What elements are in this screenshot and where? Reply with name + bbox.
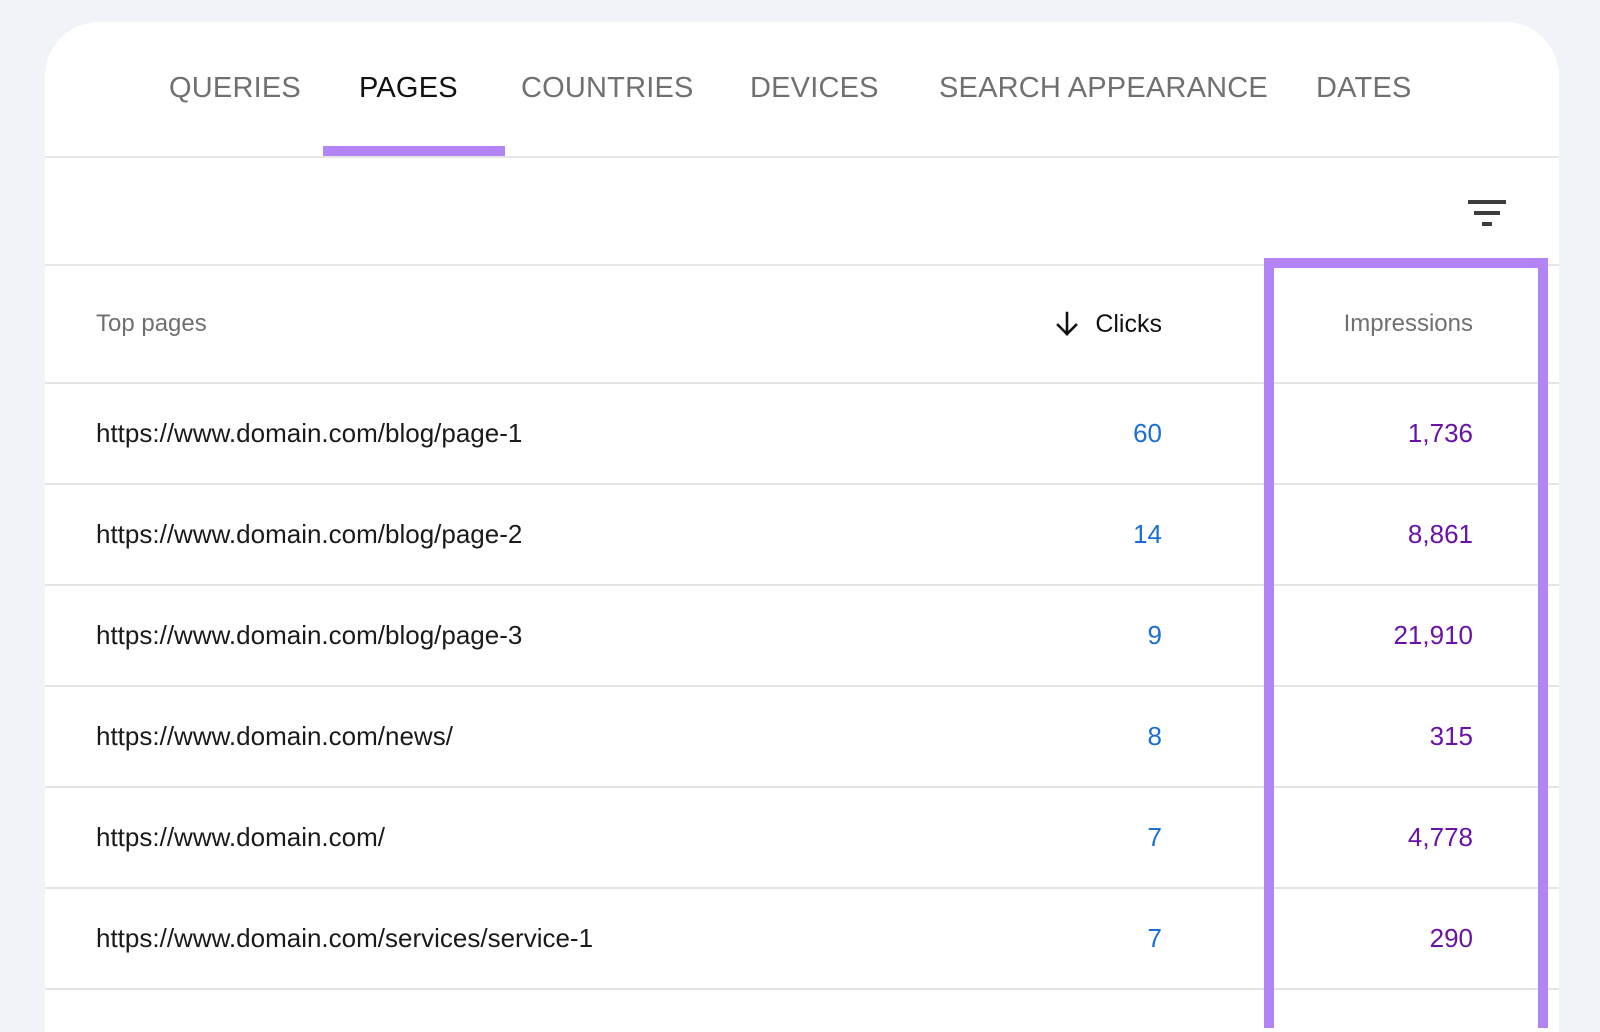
impressions-value: 4,778 bbox=[1407, 822, 1473, 852]
column-header-clicks-label: Clicks bbox=[1095, 309, 1162, 338]
page-url: https://www.domain.com/news/ bbox=[96, 721, 453, 751]
active-tab-indicator bbox=[323, 146, 505, 156]
tab-pages[interactable]: PAGES bbox=[359, 70, 458, 106]
impressions-value: 21,910 bbox=[1393, 620, 1473, 650]
table-row[interactable]: https://www.domain.com/blog/page-1 60 1,… bbox=[45, 384, 1559, 485]
impressions-value: 8,861 bbox=[1407, 519, 1473, 549]
impressions-value: 290 bbox=[1429, 923, 1473, 953]
tab-dates[interactable]: DATES bbox=[1316, 70, 1412, 106]
tab-bar: QUERIES PAGES COUNTRIES DEVICES SEARCH A… bbox=[45, 22, 1559, 158]
page-url: https://www.domain.com/services/service-… bbox=[96, 923, 594, 953]
clicks-value: 14 bbox=[1133, 519, 1162, 549]
clicks-value: 7 bbox=[1147, 822, 1162, 852]
tab-search-appearance[interactable]: SEARCH APPEARANCE bbox=[939, 70, 1268, 106]
column-header-clicks[interactable]: Clicks bbox=[1055, 266, 1162, 382]
page-url: https://www.domain.com/blog/page-3 bbox=[96, 620, 523, 650]
table-row[interactable]: https://www.domain.com/blog/page-2 14 8,… bbox=[45, 485, 1559, 586]
clicks-value: 7 bbox=[1147, 923, 1162, 953]
impressions-value: 315 bbox=[1429, 721, 1473, 751]
tab-countries[interactable]: COUNTRIES bbox=[521, 70, 694, 106]
table-row[interactable]: https://www.domain.com/news/ 8 315 bbox=[45, 687, 1559, 788]
performance-report-card: QUERIES PAGES COUNTRIES DEVICES SEARCH A… bbox=[45, 22, 1559, 1032]
arrow-down-icon bbox=[1055, 311, 1079, 337]
top-pages-table: Top pages Clicks Impressions https://www… bbox=[45, 266, 1559, 990]
table-row[interactable]: https://www.domain.com/blog/page-3 9 21,… bbox=[45, 586, 1559, 687]
tab-devices[interactable]: DEVICES bbox=[750, 70, 879, 106]
page-url: https://www.domain.com/blog/page-1 bbox=[96, 418, 523, 448]
page-url: https://www.domain.com/blog/page-2 bbox=[96, 519, 523, 549]
clicks-value: 60 bbox=[1133, 418, 1162, 448]
clicks-value: 9 bbox=[1147, 620, 1162, 650]
table-header-row: Top pages Clicks Impressions bbox=[45, 266, 1559, 384]
column-header-impressions[interactable]: Impressions bbox=[1344, 266, 1473, 382]
tab-queries[interactable]: QUERIES bbox=[169, 70, 301, 106]
table-toolbar bbox=[45, 158, 1559, 266]
table-row[interactable]: https://www.domain.com/ 7 4,778 bbox=[45, 788, 1559, 889]
filter-button[interactable] bbox=[1463, 186, 1511, 234]
clicks-value: 8 bbox=[1147, 721, 1162, 751]
column-header-top-pages: Top pages bbox=[96, 310, 207, 337]
page-url: https://www.domain.com/ bbox=[96, 822, 385, 852]
impressions-value: 1,736 bbox=[1407, 418, 1473, 448]
table-row[interactable]: https://www.domain.com/services/service-… bbox=[45, 889, 1559, 990]
